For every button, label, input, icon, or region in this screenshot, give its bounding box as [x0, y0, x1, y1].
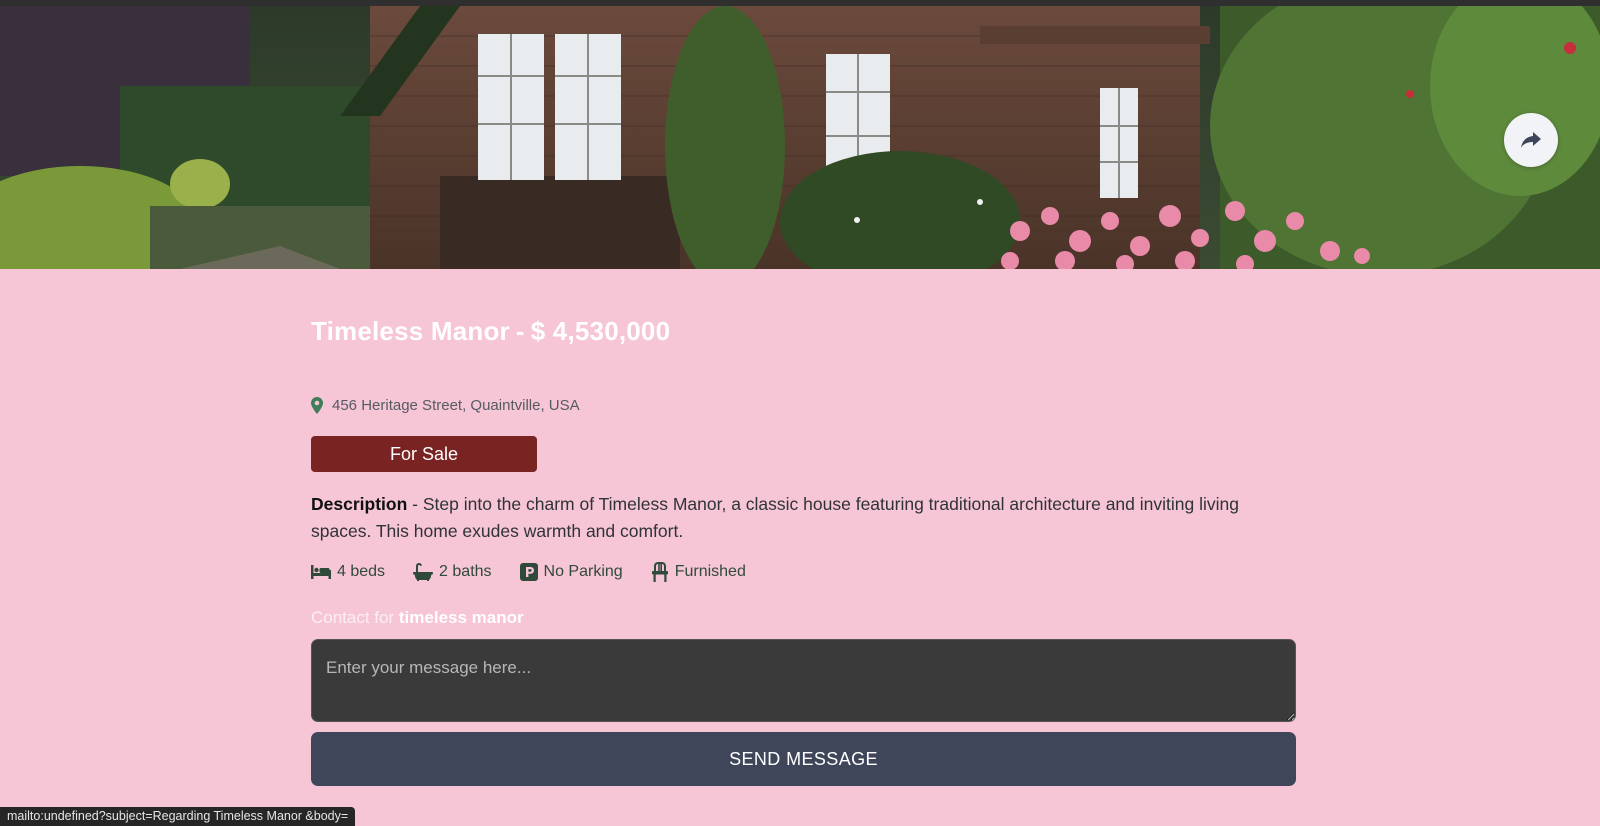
address-text: 456 Heritage Street, Quaintville, USA: [332, 397, 580, 414]
feature-parking: No Parking: [519, 563, 623, 581]
feature-baths-label: 2 baths: [439, 563, 492, 580]
location-pin-icon: [311, 397, 323, 414]
contact-listing-name: timeless manor: [398, 608, 524, 627]
feature-beds: 4 beds: [311, 563, 385, 581]
status-bar-url: mailto:undefined?subject=Regarding Timel…: [0, 807, 356, 826]
hero-image: [0, 6, 1600, 269]
share-button[interactable]: [1504, 113, 1558, 167]
parking-icon: [519, 563, 538, 581]
feature-baths: 2 baths: [413, 563, 492, 581]
house-photo: [0, 6, 1600, 269]
feature-furnished-label: Furnished: [674, 563, 746, 580]
message-input[interactable]: [311, 639, 1296, 722]
chair-icon: [651, 562, 668, 582]
send-message-button[interactable]: SEND MESSAGE: [311, 732, 1296, 786]
status-badge: For Sale: [311, 436, 537, 472]
description-text: Step into the charm of Timeless Manor, a…: [311, 494, 1239, 541]
description-separator: -: [412, 494, 418, 514]
contact-prefix: Contact for: [311, 608, 395, 627]
bath-icon: [413, 563, 434, 581]
description-label: Description: [311, 494, 408, 514]
feature-furnished: Furnished: [651, 562, 746, 582]
contact-heading: Contact for timeless manor: [311, 608, 524, 628]
feature-parking-label: No Parking: [543, 563, 623, 580]
title-separator: -: [515, 316, 525, 346]
listing-name: Timeless Manor: [311, 316, 510, 346]
bed-icon: [311, 565, 331, 579]
features-row: 4 beds 2 baths No Parking Furnished: [311, 562, 774, 582]
share-icon: [1521, 132, 1541, 148]
listing-price: $ 4,530,000: [530, 316, 671, 346]
address-row: 456 Heritage Street, Quaintville, USA: [311, 397, 580, 414]
feature-beds-label: 4 beds: [337, 563, 386, 580]
page-title: Timeless Manor - $ 4,530,000: [311, 316, 670, 347]
description: Description - Step into the charm of Tim…: [311, 491, 1296, 545]
